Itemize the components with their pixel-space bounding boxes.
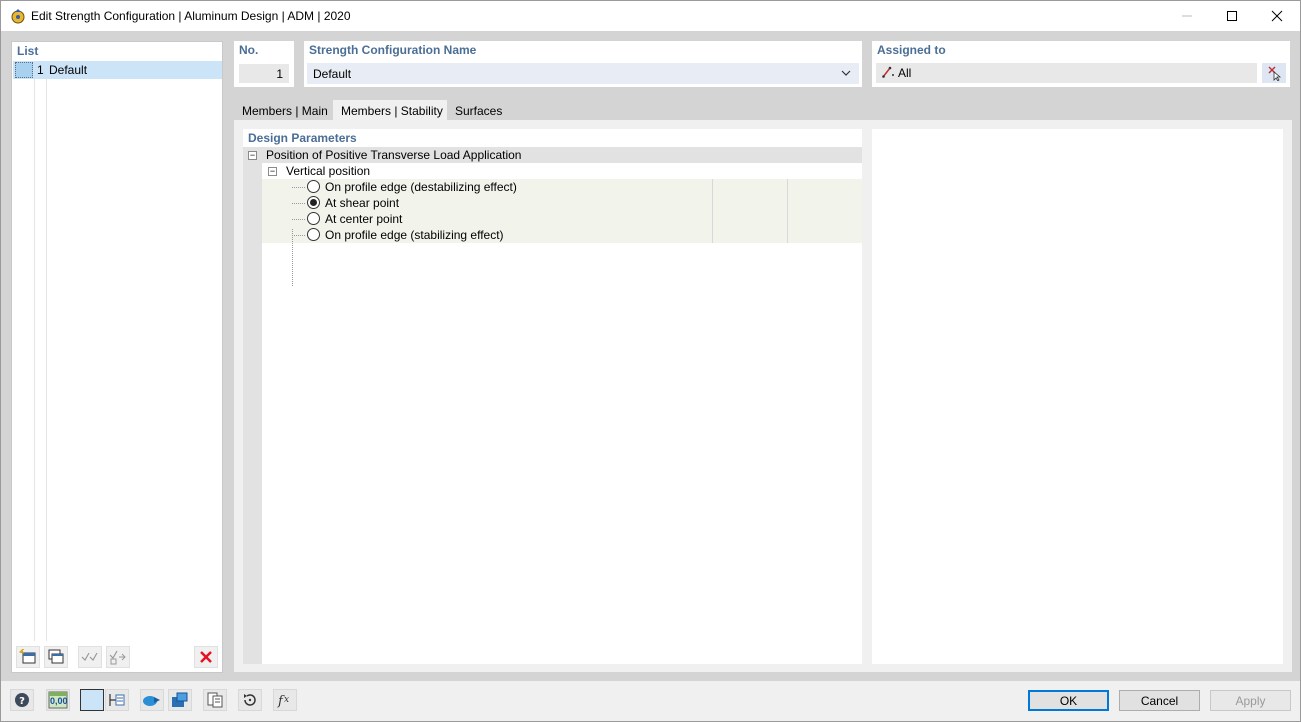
list-panel: List 1 Default xyxy=(11,41,223,673)
assigned-value: All xyxy=(898,66,912,80)
minimize-icon xyxy=(1182,15,1192,17)
minimize-button[interactable] xyxy=(1164,1,1210,31)
number-field: 1 xyxy=(239,64,289,83)
subgroup-row-vertical-position[interactable]: − Vertical position xyxy=(262,163,862,179)
column-divider xyxy=(712,179,713,243)
collapse-icon[interactable]: − xyxy=(268,167,277,176)
list-copy-icon xyxy=(207,692,223,708)
collapse-icon[interactable]: − xyxy=(248,151,257,160)
option-center-point[interactable]: At center point xyxy=(262,211,862,227)
help-icon: ? xyxy=(15,693,29,707)
filter-button[interactable] xyxy=(105,689,129,711)
copy-icon xyxy=(48,649,64,664)
select-in-model-button[interactable] xyxy=(1262,63,1286,83)
check-all-button[interactable] xyxy=(78,646,102,668)
option-label: At center point xyxy=(325,212,403,226)
assigned-label: Assigned to xyxy=(877,43,946,57)
config-name-dropdown[interactable]: Default xyxy=(307,63,859,84)
number-panel: No. 1 xyxy=(234,41,294,87)
option-label: At shear point xyxy=(325,196,400,210)
list-divider xyxy=(46,79,47,641)
save-library-button[interactable] xyxy=(168,689,192,711)
group-label: Position of Positive Transverse Load App… xyxy=(266,148,522,162)
radio-button[interactable] xyxy=(307,228,320,241)
option-label: On profile edge (destabilizing effect) xyxy=(325,180,517,194)
list-divider xyxy=(34,79,35,641)
option-shear-point[interactable]: At shear point xyxy=(262,195,862,211)
new-item-button[interactable] xyxy=(16,646,40,668)
svg-text:x: x xyxy=(284,695,289,705)
apply-button[interactable]: Apply xyxy=(1210,690,1291,711)
assigned-field[interactable]: All xyxy=(876,63,1257,83)
ok-button[interactable]: OK xyxy=(1028,690,1109,711)
library-icon xyxy=(172,692,188,707)
help-button[interactable]: ? xyxy=(10,689,34,711)
maximize-button[interactable] xyxy=(1209,1,1255,31)
config-name-panel: Strength Configuration Name Default xyxy=(304,41,862,87)
column-divider xyxy=(787,179,788,243)
option-stabilizing[interactable]: On profile edge (stabilizing effect) xyxy=(262,227,862,243)
tab-members-stability[interactable]: Members | Stability xyxy=(333,100,451,121)
members-icon xyxy=(882,66,894,78)
toggle-check-icon xyxy=(109,650,126,665)
close-button[interactable] xyxy=(1254,1,1300,31)
group-row-load-application[interactable]: − Position of Positive Transverse Load A… xyxy=(243,147,862,163)
option-destabilizing[interactable]: On profile edge (destabilizing effect) xyxy=(262,179,862,195)
tab-content: Design Parameters − Position of Positive… xyxy=(234,120,1292,672)
list-toolbar xyxy=(12,642,222,672)
dialog-content: List 1 Default No. 1 Strength Configurat… xyxy=(1,31,1300,721)
design-parameters-header: Design Parameters xyxy=(248,131,357,145)
info-panel xyxy=(872,129,1283,664)
design-parameters-panel: Design Parameters − Position of Positive… xyxy=(243,129,862,664)
tree-margin xyxy=(243,155,262,664)
close-icon xyxy=(1271,10,1283,22)
tab-members-main[interactable]: Members | Main xyxy=(234,100,336,120)
function-icon: f x xyxy=(277,694,289,708)
radio-button[interactable] xyxy=(307,212,320,225)
color-swatch xyxy=(15,62,33,78)
tab-surfaces[interactable]: Surfaces xyxy=(447,100,511,120)
dialog-window: Edit Strength Configuration | Aluminum D… xyxy=(0,0,1301,722)
config-name-value: Default xyxy=(313,67,352,81)
function-button[interactable]: f x xyxy=(273,689,297,711)
units-label: 0,00 xyxy=(50,696,68,706)
check-icon xyxy=(81,652,98,661)
list-item-number: 1 xyxy=(37,63,44,77)
reset-icon xyxy=(244,694,256,706)
color-button[interactable] xyxy=(80,689,104,711)
new-icon xyxy=(19,649,36,664)
toggle-check-button[interactable] xyxy=(106,646,130,668)
app-icon xyxy=(11,9,25,24)
svg-text:?: ? xyxy=(19,696,25,707)
cancel-button[interactable]: Cancel xyxy=(1119,690,1200,711)
reset-button[interactable] xyxy=(238,689,262,711)
radio-button-checked[interactable] xyxy=(307,196,320,209)
filter-icon xyxy=(109,694,125,706)
export-icon xyxy=(143,696,160,706)
delete-item-button[interactable] xyxy=(194,646,218,668)
list-item[interactable]: 1 Default xyxy=(13,61,222,79)
radio-button[interactable] xyxy=(307,180,320,193)
delete-icon xyxy=(200,651,212,663)
number-label: No. xyxy=(239,43,259,57)
copy-list-button[interactable] xyxy=(203,689,227,711)
radio-options: On profile edge (destabilizing effect) A… xyxy=(262,179,862,286)
option-label: On profile edge (stabilizing effect) xyxy=(325,228,504,242)
export-button[interactable] xyxy=(140,689,164,711)
assigned-panel: Assigned to All xyxy=(872,41,1290,87)
title-bar: Edit Strength Configuration | Aluminum D… xyxy=(1,1,1300,31)
window-title: Edit Strength Configuration | Aluminum D… xyxy=(31,9,351,23)
config-name-label: Strength Configuration Name xyxy=(309,43,477,57)
pick-cursor-icon xyxy=(1268,66,1282,81)
copy-item-button[interactable] xyxy=(44,646,68,668)
maximize-icon xyxy=(1227,11,1237,21)
subgroup-label: Vertical position xyxy=(286,164,371,178)
list-item-name: Default xyxy=(49,63,88,77)
bottom-toolbar: ? 0,00 f x OK Cancel Apply xyxy=(1,681,1300,721)
units-button[interactable]: 0,00 xyxy=(46,689,70,711)
chevron-down-icon xyxy=(841,70,851,76)
list-header: List xyxy=(17,44,39,58)
